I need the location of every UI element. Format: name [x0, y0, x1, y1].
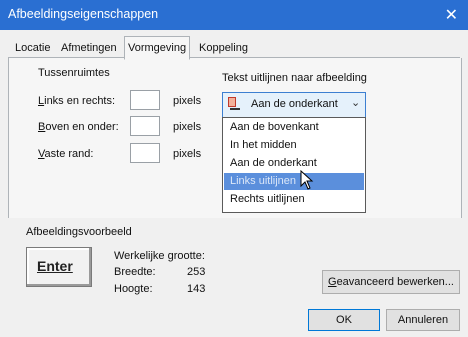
tab-koppeling[interactable]: Koppeling — [196, 40, 251, 57]
cancel-button[interactable]: Annuleren — [386, 309, 460, 331]
vertical-spacing-unit: pixels — [173, 121, 202, 133]
window-title: Afbeeldingseigenschappen — [8, 7, 159, 21]
height-label: Hoogte: — [114, 283, 153, 295]
tab-afmetingen[interactable]: Afmetingen — [58, 40, 120, 57]
height-value: 143 — [187, 283, 206, 295]
width-label: Breedte: — [114, 266, 156, 278]
mouse-pointer-icon — [300, 170, 314, 190]
align-option-middle[interactable]: In het midden — [224, 137, 364, 154]
spacing-group-title: Tussenruimtes — [38, 67, 110, 79]
preview-enter-label: Enter — [37, 258, 73, 274]
horizontal-spacing-input[interactable] — [130, 90, 160, 110]
horizontal-spacing-unit: pixels — [173, 95, 202, 107]
preview-group-title: Afbeeldingsvoorbeeld — [26, 226, 132, 238]
tab-locatie[interactable]: Locatie — [12, 40, 53, 57]
align-dropdown-list: Aan de bovenkant In het midden Aan de on… — [222, 117, 366, 213]
actual-size-label: Werkelijke grootte: — [114, 250, 205, 262]
align-select-value: Aan de onderkant — [251, 98, 338, 110]
chevron-down-icon[interactable]: ⌄ — [351, 96, 360, 109]
border-label: Vaste rand: — [38, 148, 94, 160]
advanced-edit-button[interactable]: Geavanceerd bewerken... — [322, 270, 460, 294]
ok-button[interactable]: OK — [308, 309, 380, 331]
close-icon[interactable]: ✕ — [445, 5, 458, 24]
horizontal-spacing-label: Links en rechts: — [38, 95, 116, 107]
align-option-bottom[interactable]: Aan de onderkant — [224, 155, 364, 172]
width-value: 253 — [187, 266, 206, 278]
align-bottom-icon — [228, 97, 240, 110]
align-option-right[interactable]: Rechts uitlijnen — [224, 191, 364, 208]
border-unit: pixels — [173, 148, 202, 160]
border-input[interactable] — [130, 143, 160, 163]
align-select[interactable]: Aan de onderkant ⌄ — [222, 92, 366, 118]
tab-vormgeving[interactable]: Vormgeving — [124, 36, 191, 60]
align-option-left[interactable]: Links uitlijnen — [224, 173, 364, 190]
align-option-top[interactable]: Aan de bovenkant — [224, 119, 364, 136]
vertical-spacing-input[interactable] — [130, 116, 160, 136]
vertical-spacing-label: Boven en onder: — [38, 121, 119, 133]
image-preview: Enter — [26, 247, 92, 287]
align-group-title: Tekst uitlijnen naar afbeelding — [222, 72, 367, 84]
